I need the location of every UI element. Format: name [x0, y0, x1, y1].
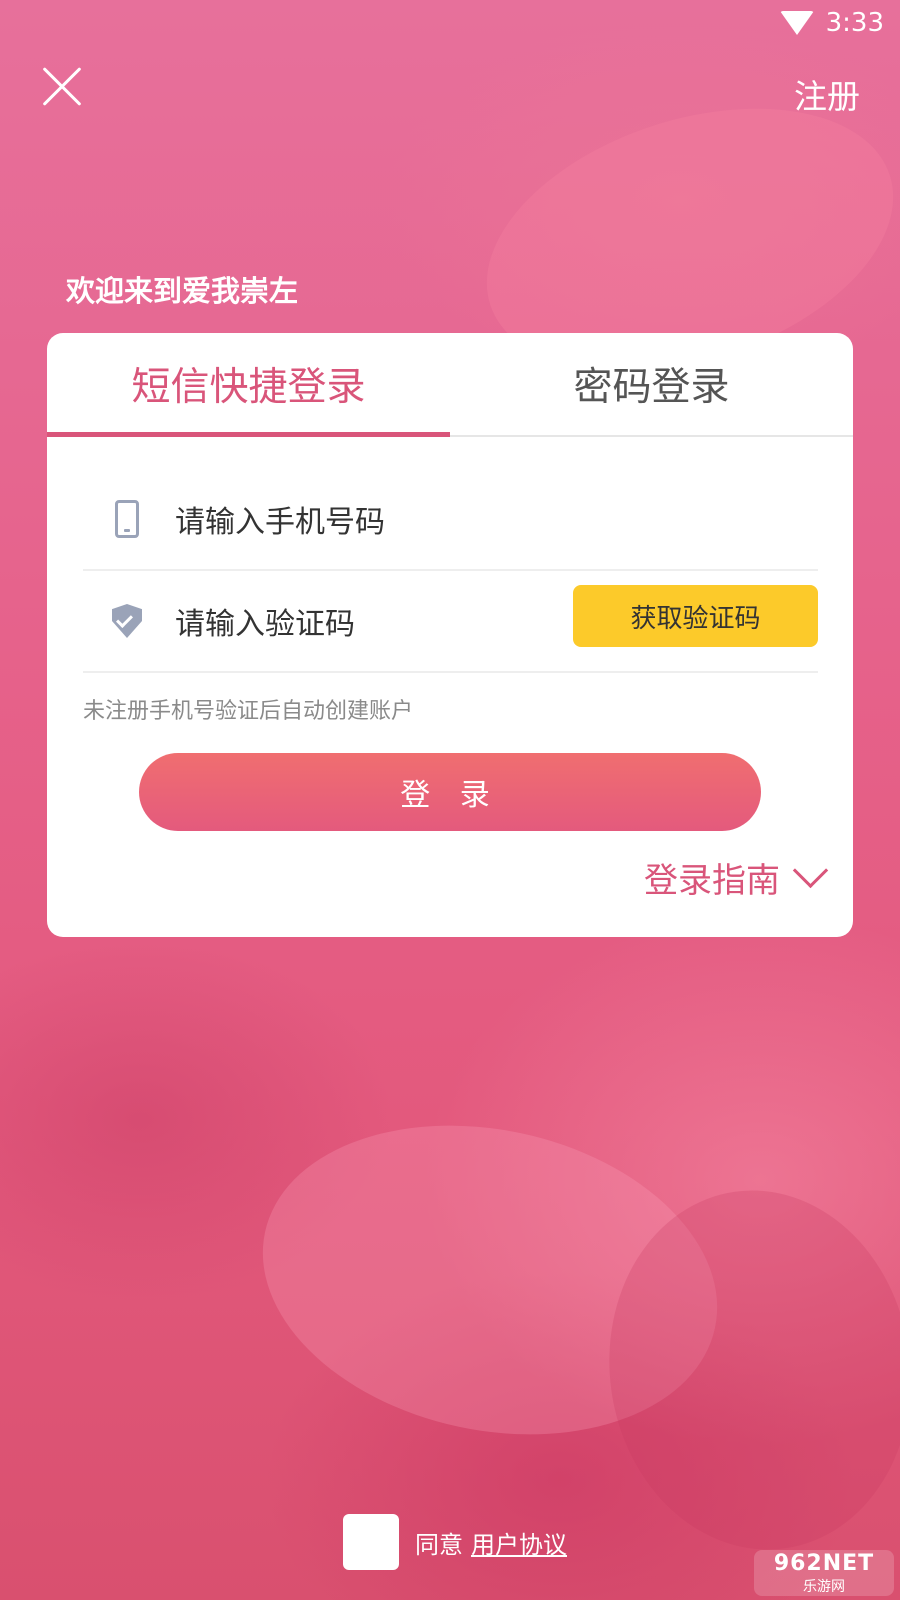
tab-sms-login[interactable]: 短信快捷登录 [47, 333, 450, 435]
welcome-title: 欢迎来到爱我崇左 [66, 274, 299, 308]
shield-check-icon [112, 604, 142, 638]
agreement-row: 同意 用户协议 [343, 1514, 567, 1570]
chevron-down-icon [792, 852, 829, 889]
phone-input[interactable]: 请输入手机号码 [175, 497, 385, 541]
login-card: 短信快捷登录 密码登录 请输入手机号码 请输入验证码 获取验证码 未注册手机号验… [47, 333, 853, 937]
code-input-row[interactable]: 请输入验证码 获取验证码 [83, 571, 818, 673]
status-time: 3:33 [825, 8, 884, 38]
agree-checkbox[interactable] [343, 1514, 399, 1570]
register-button[interactable]: 注册 [794, 70, 860, 118]
get-code-button[interactable]: 获取验证码 [573, 585, 818, 647]
user-agreement-link[interactable]: 用户协议 [471, 1531, 567, 1559]
login-guide-toggle[interactable]: 登录指南 [644, 852, 829, 902]
phone-input-row[interactable]: 请输入手机号码 [83, 469, 818, 571]
status-bar: 3:33 [779, 8, 884, 38]
active-tab-indicator [47, 432, 450, 437]
verification-code-input[interactable]: 请输入验证码 [175, 599, 355, 643]
shield-icon-wrap [97, 604, 157, 638]
agree-prefix: 同意 用户协议 [415, 1530, 567, 1559]
phone-icon-wrap [97, 500, 157, 538]
login-tabs: 短信快捷登录 密码登录 [47, 333, 853, 437]
phone-icon [115, 500, 139, 538]
login-button[interactable]: 登 录 [139, 753, 761, 831]
auto-register-hint: 未注册手机号验证后自动创建账户 [83, 699, 414, 724]
site-watermark: 962NET 乐游网 [754, 1550, 894, 1596]
wifi-icon [779, 11, 814, 35]
close-icon[interactable] [40, 65, 84, 109]
tab-password-login[interactable]: 密码登录 [450, 333, 853, 435]
login-guide-label: 登录指南 [644, 861, 780, 901]
watermark-sub: 乐游网 [803, 1578, 845, 1595]
watermark-brand: 962NET [773, 1550, 875, 1576]
